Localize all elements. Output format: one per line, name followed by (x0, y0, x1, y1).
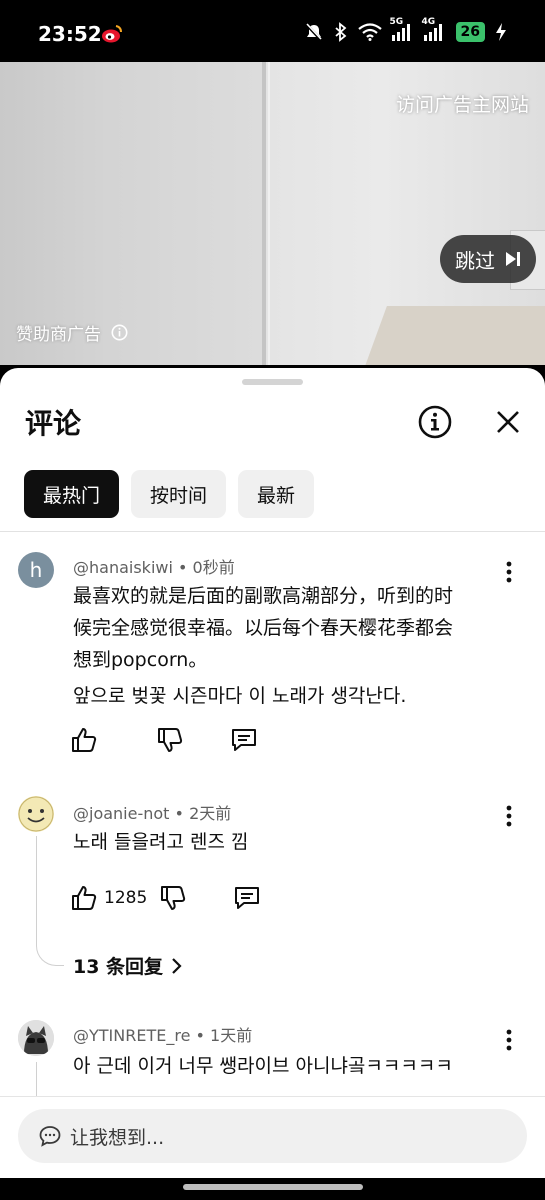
chevron-right-icon (172, 957, 182, 974)
divider (0, 531, 545, 532)
chip-by-time[interactable]: 按时间 (131, 470, 227, 518)
chip-top[interactable]: 最热门 (24, 470, 120, 518)
drag-handle[interactable] (242, 379, 303, 385)
comment-item: h @hanaiskiwi • 0秒前 最喜欢的就是后面的副歌高潮部分，听到的时… (0, 550, 545, 760)
ad-video[interactable]: 访问广告主网站 跳过 赞助商广告 (0, 62, 545, 365)
close-icon[interactable] (494, 408, 522, 436)
info-icon[interactable] (418, 405, 452, 439)
replies-count: 13 条回复 (73, 956, 164, 978)
sheet-title: 评论 (25, 407, 82, 440)
charging-icon (496, 23, 506, 41)
bluetooth-icon (334, 22, 346, 42)
sort-chips: 最热门 按时间 最新 (24, 470, 315, 518)
reply-icon[interactable] (230, 726, 258, 754)
avatar[interactable]: h (18, 552, 54, 588)
ad-scene (365, 306, 545, 365)
skip-next-icon (506, 252, 520, 266)
cat-avatar-icon (18, 1020, 54, 1056)
wifi-icon (357, 23, 382, 41)
mute-icon (305, 23, 322, 42)
comment-meta: @hanaiskiwi • 0秒前 (73, 554, 235, 578)
status-time: 23:52 (38, 22, 102, 46)
comment-meta: @YTINRETE_re • 1天前 (73, 1022, 252, 1046)
like-count: 1285 (104, 888, 148, 908)
reply-icon[interactable] (233, 884, 261, 912)
comment-text: 最喜欢的就是后面的副歌高潮部分，听到的时 候完全感觉很幸福。以后每个春天樱花季都… (73, 580, 513, 712)
meta-separator: • (178, 558, 193, 577)
comment-author[interactable]: @hanaiskiwi (73, 558, 173, 577)
avatar[interactable] (18, 1020, 54, 1056)
smiley-avatar-icon (18, 796, 54, 832)
comment-bubble-icon (39, 1126, 61, 1147)
weibo-icon (102, 25, 122, 43)
comment-text-line: 候完全感觉很幸福。以后每个春天樱花季都会 (73, 617, 454, 639)
battery-icon: 26 (455, 22, 485, 42)
comment-meta: @joanie-not • 2天前 (73, 800, 231, 824)
thread-line (36, 836, 64, 966)
comment-text-line: 最喜欢的就是后面的副歌高潮部分，听到的时 (73, 585, 454, 607)
like-icon[interactable] (70, 726, 98, 754)
info-icon[interactable] (111, 324, 128, 341)
comment-composer: 让我想到... (0, 1096, 545, 1178)
dislike-icon[interactable] (156, 726, 184, 754)
comment-author[interactable]: @YTINRETE_re (73, 1026, 190, 1045)
like-icon[interactable] (70, 884, 98, 912)
comment-time: 1天前 (210, 1026, 253, 1045)
meta-separator: • (195, 1026, 211, 1045)
comment-text: 아 근데 이거 너무 쌩라이브 아니냐곸ㅋㅋㅋㅋㅋ (73, 1055, 453, 1077)
more-options-icon[interactable] (500, 804, 518, 828)
home-indicator[interactable] (183, 1184, 363, 1190)
comment-item: @joanie-not • 2天前 노래 들을려고 렌즈 낌 1285 13 条… (0, 796, 545, 996)
comment-input[interactable]: 让我想到... (18, 1109, 527, 1163)
meta-separator: • (174, 804, 190, 823)
sponsor-label: 赞助商广告 (16, 320, 128, 345)
comment-actions (70, 726, 258, 754)
comment-text-line: 想到popcorn。 (73, 649, 208, 671)
signal-5g: 5G (390, 17, 414, 41)
comment-author[interactable]: @joanie-not (73, 804, 169, 823)
visit-advertiser-link[interactable]: 访问广告主网站 (396, 90, 529, 117)
status-icons: 5G 4G 26 (304, 17, 507, 42)
comment-text-line: 앞으로 벚꽃 시즌마다 이 노래가 생각난다. (73, 685, 407, 707)
comment-time: 0秒前 (192, 558, 235, 577)
comment-time: 2天前 (189, 804, 232, 823)
comment-item: @YTINRETE_re • 1天前 아 근데 이거 너무 쌩라이브 아니냐곸ㅋ… (0, 1018, 545, 1122)
ad-scene (268, 62, 270, 365)
comments-sheet: 评论 最热门 按时间 最新 h @hanaiskiwi • 0秒前 最喜欢的就是… (0, 368, 545, 1178)
sponsor-text: 赞助商广告 (16, 325, 101, 345)
navigation-bar (0, 1178, 545, 1200)
more-options-icon[interactable] (500, 1028, 518, 1052)
chip-newest[interactable]: 最新 (238, 470, 315, 518)
skip-ad-button[interactable]: 跳过 (440, 235, 536, 283)
comment-text: 노래 들을려고 렌즈 낌 (73, 831, 249, 853)
skip-label: 跳过 (455, 248, 495, 273)
ad-scene (262, 62, 266, 365)
avatar[interactable] (18, 796, 54, 832)
comment-placeholder: 让我想到... (70, 1126, 165, 1149)
status-bar: 23:52 5G 4G 26 (0, 0, 545, 62)
view-replies-link[interactable]: 13 条回复 (73, 952, 183, 979)
signal-4g: 4G (422, 17, 446, 41)
dislike-icon[interactable] (159, 884, 187, 912)
comment-actions: 1285 (70, 884, 261, 912)
